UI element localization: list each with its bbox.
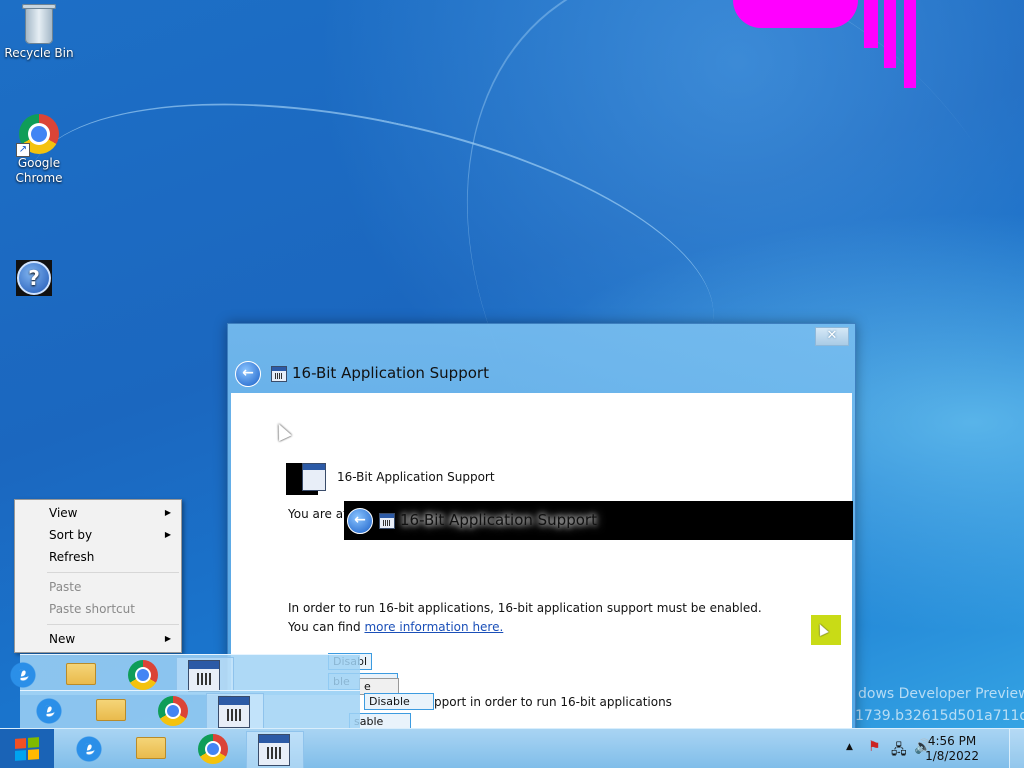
- ghost-back-icon: ←: [347, 508, 373, 534]
- menu-separator: [47, 624, 179, 625]
- ghost-title: 16-Bit Application Support: [379, 511, 597, 529]
- clock-time: 4:56 PM: [927, 734, 977, 748]
- build-watermark-line1: dows Developer Preview: [858, 686, 1024, 702]
- recycle-bin-icon: [22, 4, 56, 44]
- network-icon[interactable]: 🖧: [891, 739, 907, 763]
- desktop-icon-recycle-bin[interactable]: Recycle Bin: [1, 4, 77, 61]
- mouse-cursor-icon: [815, 621, 829, 637]
- action-center-flag-icon[interactable]: ⚑: [868, 739, 881, 755]
- window-title: 16-Bit Application Support: [271, 364, 489, 382]
- shortcut-arrow-icon: ↗: [16, 143, 30, 157]
- more-information-link[interactable]: more information here.: [364, 620, 503, 634]
- support-text: pport in order to run 16-bit application…: [434, 695, 672, 709]
- magenta-artifact: [884, 0, 896, 68]
- more-info-row: You can find more information here.: [288, 620, 503, 634]
- section-heading: 16-Bit Application Support: [337, 470, 495, 484]
- app-16bit-icon: [218, 696, 250, 728]
- glitch-tile: [811, 615, 841, 645]
- taskbar-file-explorer-icon[interactable]: [136, 737, 166, 759]
- menu-item-refresh[interactable]: Refresh: [49, 547, 175, 567]
- help-icon-wrap: ?: [16, 260, 52, 296]
- submenu-arrow-icon: ▶: [164, 508, 171, 517]
- taskbar: e ▲ ⚑ 🖧 🔊 4:56 PM 1/8/2022: [0, 728, 1024, 768]
- desktop[interactable]: Recycle Bin Google Chrome ↗ ? dows Devel…: [0, 0, 1024, 768]
- magenta-artifact: [864, 0, 878, 48]
- menu-item-view[interactable]: View ▶: [49, 503, 175, 523]
- menu-item-sort-by[interactable]: Sort by ▶: [49, 525, 175, 545]
- menu-separator: [47, 572, 179, 573]
- tray-overflow-arrow[interactable]: ▲: [846, 742, 853, 752]
- you-are-text: You are at: [288, 507, 348, 521]
- clock-date: 1/8/2022: [925, 749, 979, 763]
- close-button[interactable]: ✕: [815, 327, 849, 346]
- submenu-arrow-icon: ▶: [164, 530, 171, 539]
- app-icon: [271, 365, 287, 382]
- folder-icon: [96, 699, 126, 721]
- internet-explorer-icon: e: [8, 660, 38, 690]
- requirement-text: In order to run 16-bit applications, 16-…: [288, 601, 762, 615]
- window-title-text: 16-Bit Application Support: [292, 364, 489, 382]
- taskbar-16bit-app-icon: [258, 734, 290, 766]
- chrome-icon: [158, 696, 188, 726]
- start-button[interactable]: [0, 729, 54, 768]
- show-desktop-button[interactable]: [1009, 729, 1024, 768]
- menu-item-new[interactable]: New ▶: [49, 629, 175, 649]
- back-button[interactable]: ←: [235, 361, 261, 387]
- submenu-arrow-icon: ▶: [164, 634, 171, 643]
- desktop-icon-label: Google Chrome: [15, 156, 63, 185]
- windows-logo-icon: [15, 737, 39, 761]
- ghost-title-text: 16-Bit Application Support: [400, 511, 597, 529]
- app-16bit-icon: [188, 660, 220, 692]
- ghost-taskbar-strip: e: [20, 690, 360, 731]
- ghost-title-bar: ← 16-Bit Application Support: [344, 501, 853, 540]
- magenta-artifact: [733, 0, 858, 28]
- desktop-icon-google-chrome[interactable]: Google Chrome: [1, 114, 77, 186]
- folder-icon: [66, 663, 96, 685]
- build-watermark-line2: 1739.b32615d501a711d0: [855, 708, 1024, 724]
- system-clock[interactable]: 4:56 PM 1/8/2022: [925, 734, 979, 764]
- app-large-icon: [286, 463, 326, 495]
- mouse-cursor-icon: [272, 420, 292, 442]
- taskbar-chrome-icon[interactable]: [198, 734, 228, 764]
- more-info-prefix: You can find: [288, 620, 365, 634]
- desktop-icon-help[interactable]: ?: [0, 260, 72, 296]
- desktop-context-menu: View ▶ Sort by ▶ Refresh Paste Paste sho…: [14, 499, 182, 653]
- help-icon: ?: [17, 261, 51, 295]
- taskbar-internet-explorer-icon[interactable]: e: [74, 734, 104, 764]
- internet-explorer-icon: e: [34, 696, 64, 726]
- ghost-taskbar-strip: e: [8, 654, 360, 695]
- app-icon: [379, 512, 395, 529]
- menu-item-paste-shortcut[interactable]: Paste shortcut: [49, 599, 175, 619]
- disable-button[interactable]: Disable: [364, 693, 434, 710]
- desktop-icon-label: Recycle Bin: [4, 46, 74, 60]
- chrome-icon: [128, 660, 158, 690]
- menu-item-paste[interactable]: Paste: [49, 577, 175, 597]
- magenta-artifact: [904, 0, 916, 88]
